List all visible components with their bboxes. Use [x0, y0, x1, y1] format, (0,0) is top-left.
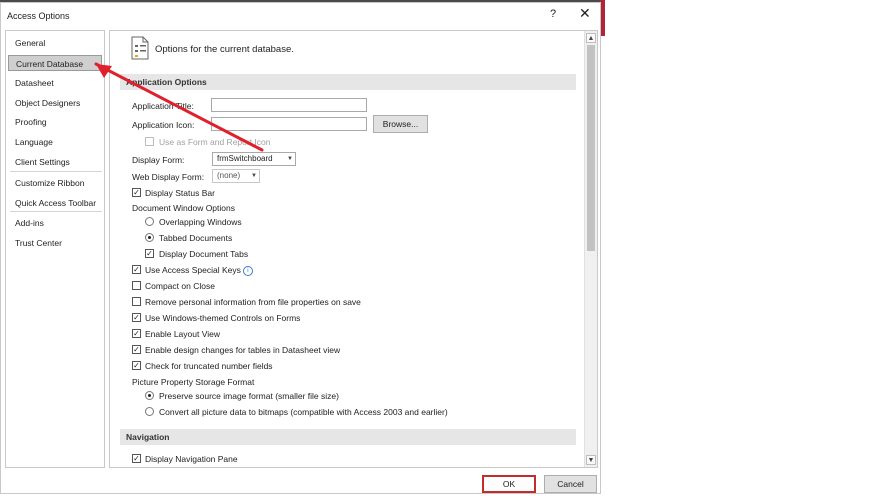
application-title-label: Application Title:: [132, 101, 194, 111]
scroll-down-icon[interactable]: ▼: [586, 455, 596, 465]
enable-layout-view-label: Enable Layout View: [145, 329, 220, 339]
browse-button[interactable]: Browse...: [373, 115, 428, 133]
nav-item-add-ins[interactable]: Add-ins: [8, 215, 102, 231]
overlapping-windows-label: Overlapping Windows: [159, 217, 242, 227]
use-as-form-icon-checkbox[interactable]: [145, 137, 154, 146]
access-options-dialog: Access Options ? ✕ General Current Datab…: [0, 2, 601, 494]
nav-item-object-designers[interactable]: Object Designers: [8, 95, 102, 111]
ok-button[interactable]: OK: [482, 475, 536, 493]
document-options-icon: [131, 36, 149, 60]
web-display-form-value: (none): [217, 171, 241, 180]
scroll-thumb[interactable]: [587, 45, 595, 251]
check-truncated-checkbox[interactable]: ✓: [132, 361, 141, 370]
nav-item-proofing[interactable]: Proofing: [8, 114, 102, 130]
display-document-tabs-label: Display Document Tabs: [159, 249, 249, 259]
chevron-down-icon: ▼: [251, 173, 257, 179]
application-icon-label: Application Icon:: [132, 120, 195, 130]
nav-item-quick-access-toolbar[interactable]: Quick Access Toolbar: [8, 195, 102, 211]
display-status-bar-label: Display Status Bar: [145, 188, 215, 198]
remove-personal-info-label: Remove personal information from file pr…: [145, 297, 361, 307]
display-document-tabs-checkbox[interactable]: ✓: [145, 249, 154, 258]
close-button[interactable]: ✕: [579, 5, 591, 22]
nav-item-client-settings[interactable]: Client Settings: [8, 154, 102, 170]
use-access-special-keys-label: Use Access Special Keys i: [145, 265, 253, 276]
nav-item-current-database[interactable]: Current Database: [8, 55, 102, 71]
chevron-down-icon: ▼: [287, 156, 293, 162]
help-button[interactable]: ?: [550, 8, 556, 20]
use-access-special-keys-checkbox[interactable]: ✓: [132, 265, 141, 274]
scroll-up-icon[interactable]: ▲: [586, 33, 596, 43]
nav-item-language[interactable]: Language: [8, 134, 102, 150]
overlapping-windows-radio[interactable]: [145, 217, 154, 226]
use-as-form-icon-label: Use as Form and Report Icon: [159, 137, 271, 147]
enable-design-changes-label: Enable design changes for tables in Data…: [145, 345, 341, 355]
info-icon[interactable]: i: [242, 265, 253, 276]
convert-bitmaps-label: Convert all picture data to bitmaps (com…: [159, 407, 448, 417]
compact-on-close-checkbox[interactable]: [132, 281, 141, 290]
use-access-special-keys-text: Use Access Special Keys: [145, 265, 241, 275]
nav-item-trust-center[interactable]: Trust Center: [8, 235, 102, 251]
compact-on-close-label: Compact on Close: [145, 281, 215, 291]
use-windows-themed-label: Use Windows-themed Controls on Forms: [145, 313, 301, 323]
application-title-input[interactable]: [211, 98, 367, 112]
nav-divider: [10, 171, 102, 172]
dialog-title: Access Options: [7, 11, 70, 21]
picture-storage-label: Picture Property Storage Format: [132, 377, 255, 387]
remove-personal-info-checkbox[interactable]: [132, 297, 141, 306]
nav-item-datasheet[interactable]: Datasheet: [8, 75, 102, 91]
nav-item-customize-ribbon[interactable]: Customize Ribbon: [8, 175, 102, 191]
section-application-options: Application Options: [120, 74, 576, 90]
display-form-select[interactable]: frmSwitchboard ▼: [212, 152, 296, 166]
enable-layout-view-checkbox[interactable]: ✓: [132, 329, 141, 338]
cancel-button[interactable]: Cancel: [544, 475, 597, 493]
document-window-options-label: Document Window Options: [132, 203, 235, 213]
page-heading: Options for the current database.: [155, 44, 294, 55]
display-navigation-pane-checkbox[interactable]: ✓: [132, 454, 141, 463]
check-truncated-label: Check for truncated number fields: [145, 361, 273, 371]
convert-bitmaps-radio[interactable]: [145, 407, 154, 416]
application-icon-input[interactable]: [211, 117, 367, 131]
preserve-source-label: Preserve source image format (smaller fi…: [159, 391, 339, 401]
options-category-list: General Current Database Datasheet Objec…: [5, 30, 105, 468]
display-form-label: Display Form:: [132, 155, 185, 165]
web-display-form-select[interactable]: (none) ▼: [212, 169, 260, 183]
display-navigation-pane-label: Display Navigation Pane: [145, 454, 238, 464]
tabbed-documents-radio[interactable]: [145, 233, 154, 242]
display-form-value: frmSwitchboard: [217, 154, 273, 163]
vertical-scrollbar[interactable]: ▲ ▼: [584, 31, 597, 467]
preserve-source-radio[interactable]: [145, 391, 154, 400]
display-status-bar-checkbox[interactable]: ✓: [132, 188, 141, 197]
nav-item-general[interactable]: General: [8, 35, 102, 51]
web-display-form-label: Web Display Form:: [132, 172, 205, 182]
enable-design-changes-checkbox[interactable]: ✓: [132, 345, 141, 354]
nav-divider: [10, 211, 102, 212]
section-navigation: Navigation: [120, 429, 576, 445]
use-windows-themed-checkbox[interactable]: ✓: [132, 313, 141, 322]
tabbed-documents-label: Tabbed Documents: [159, 233, 233, 243]
options-content-pane: Options for the current database. Applic…: [109, 30, 598, 468]
